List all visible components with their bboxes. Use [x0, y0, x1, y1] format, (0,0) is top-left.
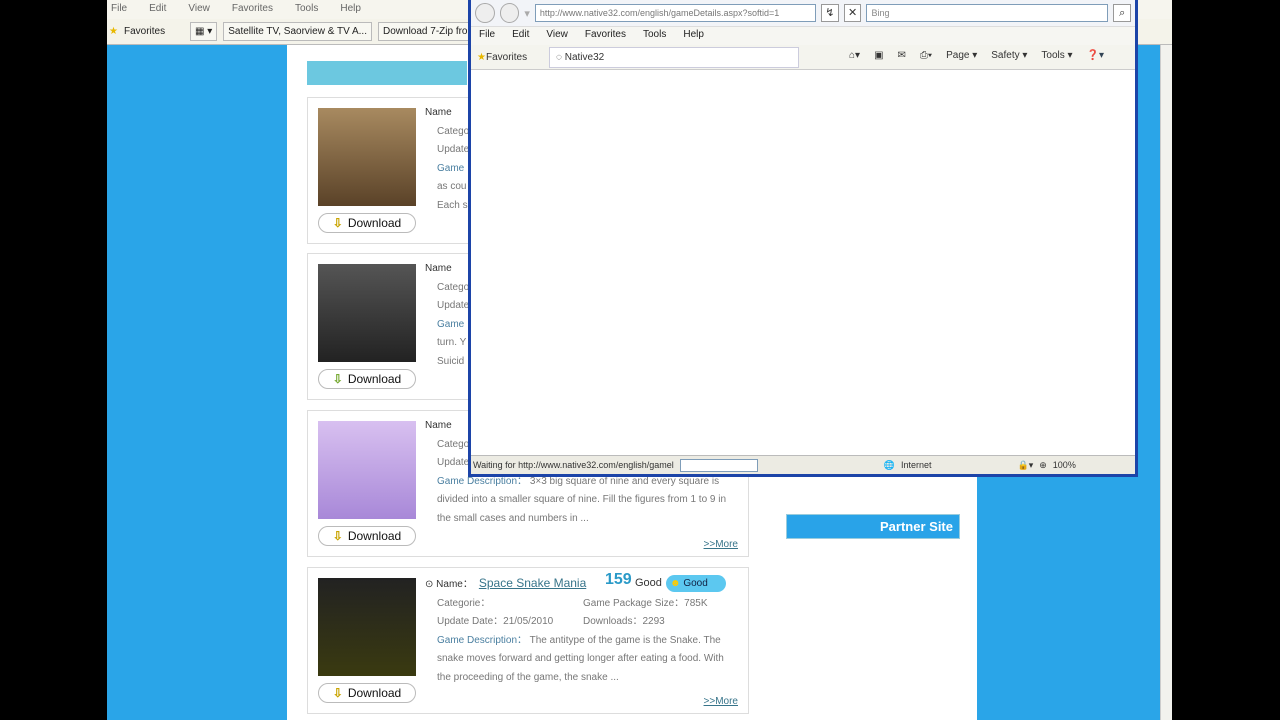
download-arrow-icon: ⇩: [332, 216, 343, 230]
globe-icon: 🌐: [883, 459, 895, 470]
description-line: the small cases and numbers in ...: [437, 512, 589, 524]
menu-file[interactable]: File: [479, 29, 495, 43]
quick-tabs-icon[interactable]: ▦ ▾: [189, 22, 218, 41]
scrollbar[interactable]: [1160, 45, 1172, 720]
home-icon[interactable]: ⌂▾: [849, 50, 860, 61]
loading-icon: ◌: [556, 52, 565, 63]
back-button[interactable]: [475, 3, 495, 23]
address-bar-row: ▾ http://www.native32.com/english/gameDe…: [471, 0, 1135, 27]
print-icon[interactable]: ⎙▾: [920, 50, 932, 61]
progress-bar: [679, 458, 758, 472]
download-arrow-icon: ⇩: [332, 372, 343, 386]
game-name-link[interactable]: Space Snake Mania: [479, 576, 586, 590]
menu-tools[interactable]: Tools: [643, 29, 666, 43]
menu-edit[interactable]: Edit: [512, 29, 529, 43]
search-icon[interactable]: ⌕: [1113, 4, 1132, 22]
status-bar: Waiting for http://www.native32.com/engl…: [471, 455, 1135, 474]
good-vote-button[interactable]: ☻ Good: [666, 575, 726, 592]
download-arrow-icon: ⇩: [332, 686, 343, 700]
search-input[interactable]: Bing: [866, 4, 1109, 22]
description-label: Game Description：: [437, 475, 528, 487]
popup-browser-window: ▾ http://www.native32.com/english/gameDe…: [468, 0, 1138, 477]
description-line: divided into a smaller square of nine. F…: [437, 494, 727, 505]
feeds-icon[interactable]: ▣: [874, 50, 883, 61]
favorites-button[interactable]: Favorites: [486, 52, 527, 63]
menu-view[interactable]: View: [546, 29, 568, 43]
description-line: the proceeding of the game, the snake ..…: [437, 671, 619, 683]
update-date: Update Date：21/05/2010: [437, 616, 554, 627]
tab-native32[interactable]: ◌ Native32: [549, 47, 799, 68]
status-text: Waiting for http://www.native32.com/engl…: [473, 460, 674, 470]
history-dropdown-icon[interactable]: ▾: [524, 7, 530, 20]
name-label: Name：: [436, 579, 473, 590]
description-line: 3×3 big square of nine and every square …: [529, 475, 720, 487]
protected-mode-icon[interactable]: 🔒▾: [1018, 460, 1034, 471]
smiley-icon: ☻: [670, 578, 681, 589]
description-line: The antitype of the game is the Snake. T…: [529, 634, 721, 646]
favorites-bar: ★ Favorites ◌ Native32 ⌂▾ ▣ ✉ ⎙▾ Page ▾ …: [471, 45, 1135, 70]
download-button[interactable]: ⇩ Download: [318, 526, 416, 546]
menu-help[interactable]: Help: [340, 3, 361, 16]
vote-count: 159: [605, 571, 632, 588]
zoom-level[interactable]: 100%: [1053, 460, 1076, 470]
menu-edit[interactable]: Edit: [149, 3, 166, 16]
download-button[interactable]: ⇩ Download: [318, 213, 416, 233]
star-icon: ★: [109, 26, 118, 37]
menu-view[interactable]: View: [188, 3, 210, 16]
rating-text: Good: [635, 577, 662, 589]
game-thumbnail[interactable]: [318, 421, 416, 519]
favorites-button[interactable]: Favorites: [124, 26, 184, 37]
mail-icon[interactable]: ✉: [898, 50, 906, 61]
package-size: Game Package Size：785K: [583, 597, 708, 609]
stop-button[interactable]: ✕: [843, 4, 862, 22]
more-link[interactable]: >>More: [704, 696, 738, 707]
partner-site-header: Partner Site: [786, 514, 960, 539]
refresh-button[interactable]: ↯: [821, 4, 839, 22]
star-icon: ★: [477, 51, 486, 63]
zone-label: Internet: [900, 460, 932, 470]
safety-menu[interactable]: Safety ▾: [991, 50, 1027, 61]
game-thumbnail[interactable]: [318, 264, 416, 362]
menu-bar: File Edit View Favorites Tools Help: [471, 27, 1135, 45]
game-thumbnail[interactable]: [318, 108, 416, 206]
forward-button[interactable]: [499, 3, 520, 23]
menu-favorites[interactable]: Favorites: [585, 29, 626, 43]
zoom-icon: ⊕: [1039, 459, 1047, 470]
tab-satellite-tv[interactable]: Satellite TV, Saorview & TV A...: [223, 22, 372, 41]
menu-file[interactable]: File: [111, 3, 127, 16]
description-line: snake moves forward and getting longer a…: [437, 653, 724, 664]
download-count: Downloads：2293: [583, 616, 665, 627]
game-card: ⇩ Download ⊙ Name： Space Snake Mania 159 G…: [307, 567, 749, 714]
help-icon[interactable]: ❓▾: [1087, 50, 1104, 61]
tools-menu[interactable]: Tools ▾: [1041, 50, 1072, 61]
menu-help[interactable]: Help: [683, 29, 704, 43]
download-button[interactable]: ⇩ Download: [318, 683, 416, 703]
menu-tools[interactable]: Tools: [295, 3, 318, 16]
download-arrow-icon: ⇩: [332, 529, 343, 543]
more-link[interactable]: >>More: [704, 539, 738, 550]
description-label: Game Description：: [437, 634, 528, 646]
menu-favorites[interactable]: Favorites: [232, 3, 273, 16]
category-label: Categorie：: [437, 597, 491, 609]
url-input[interactable]: http://www.native32.com/english/gameDeta…: [534, 4, 817, 22]
tab-7zip[interactable]: Download 7-Zip from: [378, 22, 481, 41]
game-thumbnail[interactable]: [318, 578, 416, 676]
download-button[interactable]: ⇩ Download: [318, 369, 416, 389]
section-header-bar: [307, 61, 467, 85]
radio-bullet-icon: ⊙: [425, 579, 437, 590]
page-menu[interactable]: Page ▾: [946, 50, 977, 61]
